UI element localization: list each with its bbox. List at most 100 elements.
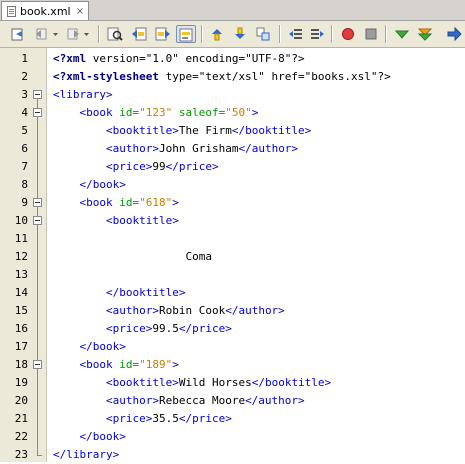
xml-file-icon bbox=[7, 5, 16, 17]
code-token: <library> bbox=[53, 88, 113, 101]
code-line[interactable]: 8 </book> bbox=[0, 176, 465, 194]
fold-end-marker bbox=[37, 455, 42, 456]
code-line[interactable]: 15 <author>Robin Cook</author> bbox=[0, 302, 465, 320]
code-line[interactable]: 17 </book> bbox=[0, 338, 465, 356]
code-line[interactable]: 3 <library> bbox=[0, 86, 465, 104]
line-number: 18 bbox=[14, 358, 28, 371]
back-icon[interactable] bbox=[33, 25, 51, 43]
code-token: <price> bbox=[105, 412, 153, 425]
code-token: <book bbox=[79, 358, 120, 371]
validate-xml-icon[interactable] bbox=[416, 25, 434, 43]
code-token: "50" bbox=[225, 106, 252, 119]
code-editor[interactable]: 1 <?xml version="1.0" encoding="UTF-8"?> 2… bbox=[0, 48, 465, 462]
shift-right-icon[interactable] bbox=[308, 25, 326, 43]
code-line[interactable]: 1 <?xml version="1.0" encoding="UTF-8"?> bbox=[0, 50, 465, 68]
check-xml-icon[interactable] bbox=[393, 25, 411, 43]
line-number: 1 bbox=[21, 52, 28, 65]
close-tab-icon[interactable]: × bbox=[74, 6, 86, 17]
code-token: version="1.0" encoding="UTF-8"?> bbox=[86, 52, 305, 65]
code-token: John Grisham bbox=[158, 142, 239, 155]
toolbar-separator bbox=[331, 25, 332, 43]
editor-toolbar bbox=[0, 21, 465, 48]
code-line[interactable]: 10 <booktitle> bbox=[0, 212, 465, 230]
code-token: </booktitle> bbox=[251, 376, 332, 389]
line-text: <booktitle>The Firm</booktitle> bbox=[53, 122, 311, 140]
code-line[interactable]: 13 bbox=[0, 266, 465, 284]
start-macro-icon[interactable] bbox=[339, 25, 357, 43]
code-line[interactable]: 12 Coma bbox=[0, 248, 465, 266]
line-text: <price>35.5</price> bbox=[53, 410, 232, 428]
shift-left-icon[interactable] bbox=[287, 25, 305, 43]
code-line[interactable]: 20 <author>Rebecca Moore</author> bbox=[0, 392, 465, 410]
line-number: 11 bbox=[14, 232, 28, 245]
code-line[interactable]: 18 <book id="189"> bbox=[0, 356, 465, 374]
find-icon[interactable] bbox=[106, 25, 124, 43]
code-token: xml bbox=[66, 52, 87, 65]
line-number: 2 bbox=[21, 70, 28, 83]
code-token: <author> bbox=[105, 142, 159, 155]
line-text: <price>99.5</price> bbox=[53, 320, 232, 338]
line-number: 21 bbox=[14, 412, 28, 425]
line-number: 12 bbox=[14, 250, 28, 263]
back-dropdown-icon[interactable] bbox=[51, 25, 59, 43]
code-token: </author> bbox=[245, 394, 305, 407]
code-token: id= bbox=[119, 196, 140, 209]
code-line[interactable]: 23 </library> bbox=[0, 446, 465, 464]
line-number: 22 bbox=[14, 430, 28, 443]
code-line[interactable]: 5 <booktitle>The Firm</booktitle> bbox=[0, 122, 465, 140]
code-token: </price> bbox=[178, 322, 232, 335]
line-text: <author>Robin Cook</author> bbox=[53, 302, 285, 320]
find-previous-icon[interactable] bbox=[130, 25, 148, 43]
fold-toggle-icon[interactable] bbox=[33, 360, 42, 369]
code-line[interactable]: 11 bbox=[0, 230, 465, 248]
code-line[interactable]: 2 <?xml-stylesheet type="text/xsl" href="… bbox=[0, 68, 465, 86]
code-token: </booktitle> bbox=[231, 124, 312, 137]
code-token: <author> bbox=[105, 394, 159, 407]
code-line[interactable]: 19 <booktitle>Wild Horses</booktitle> bbox=[0, 374, 465, 392]
line-number: 23 bbox=[14, 448, 28, 461]
fold-toggle-icon[interactable] bbox=[33, 198, 42, 207]
code-line[interactable]: 9 <book id="618"> bbox=[0, 194, 465, 212]
line-number: 9 bbox=[21, 196, 28, 209]
code-line[interactable]: 7 <price>99</price> bbox=[0, 158, 465, 176]
line-number: 7 bbox=[21, 160, 28, 173]
code-token: </price> bbox=[165, 160, 219, 173]
line-text: <book id="123" saleof="50"> bbox=[53, 104, 259, 122]
code-line[interactable]: 16 <price>99.5</price> bbox=[0, 320, 465, 338]
toggle-bookmark-icon[interactable] bbox=[254, 25, 272, 43]
code-line[interactable]: 6 <author>John Grisham</author> bbox=[0, 140, 465, 158]
fold-toggle-icon[interactable] bbox=[33, 216, 42, 225]
code-token: </library> bbox=[53, 448, 120, 461]
previous-bookmark-icon[interactable] bbox=[208, 25, 226, 43]
fold-toggle-icon[interactable] bbox=[33, 90, 42, 99]
line-text: <price>99</price> bbox=[53, 158, 219, 176]
code-line[interactable]: 22 </book> bbox=[0, 428, 465, 446]
last-edit-icon[interactable] bbox=[9, 25, 27, 43]
tab-book-xml[interactable]: book.xml × bbox=[1, 1, 89, 20]
line-number: 20 bbox=[14, 394, 28, 407]
code-token: Robin Cook bbox=[158, 304, 226, 317]
code-line[interactable]: 14 </booktitle> bbox=[0, 284, 465, 302]
next-bookmark-icon[interactable] bbox=[231, 25, 249, 43]
fold-toggle-icon[interactable] bbox=[33, 108, 42, 117]
toggle-highlight-icon[interactable] bbox=[176, 25, 196, 43]
code-line[interactable]: 4 <book id="123" saleof="50"> bbox=[0, 104, 465, 122]
line-text: <book id="189"> bbox=[53, 356, 179, 374]
editor-tab-bar: book.xml × bbox=[0, 0, 465, 21]
forward-dropdown-icon[interactable] bbox=[82, 25, 90, 43]
code-token: </author> bbox=[225, 304, 285, 317]
find-next-icon[interactable] bbox=[154, 25, 172, 43]
xsl-transform-icon[interactable] bbox=[445, 25, 463, 43]
code-token: > bbox=[172, 358, 179, 371]
stop-macro-icon[interactable] bbox=[362, 25, 380, 43]
forward-icon[interactable] bbox=[64, 25, 82, 43]
code-line[interactable]: 21 <price>35.5</price> bbox=[0, 410, 465, 428]
